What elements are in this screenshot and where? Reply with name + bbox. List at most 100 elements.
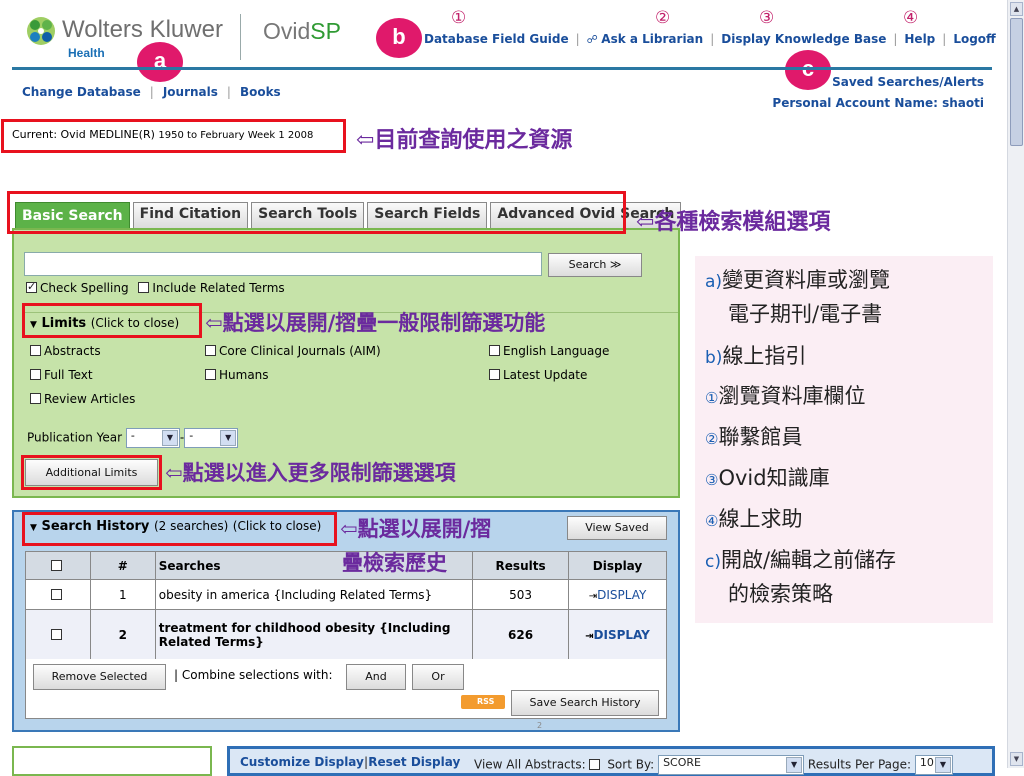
header-display: Display <box>568 551 667 580</box>
table-row: 1 obesity in america {Including Related … <box>25 579 667 610</box>
scroll-down-icon[interactable]: ▼ <box>1010 752 1023 766</box>
publication-year: Publication Year - ▼ - - ▼ <box>27 428 239 448</box>
row-number: 1 <box>89 579 156 610</box>
view-saved-button[interactable]: View Saved <box>567 516 667 540</box>
help-link[interactable]: Help <box>904 32 935 46</box>
year-to-select[interactable]: - ▼ <box>184 428 239 448</box>
legend-c-line1: c)開啟/編輯之前儲存 <box>705 548 897 572</box>
row-checkbox[interactable] <box>25 579 91 610</box>
row-checkbox[interactable] <box>25 609 91 660</box>
legend-4: ④線上求助 <box>705 507 803 531</box>
search-input[interactable] <box>24 252 542 276</box>
triangle-down-icon: ▼ <box>30 523 37 533</box>
marker-2: ② <box>655 8 671 28</box>
legend-c-line2: 的檢索策略 <box>728 582 833 606</box>
ask-librarian-link[interactable]: ☍ Ask a Librarian <box>587 32 704 46</box>
scroll-up-icon[interactable]: ▲ <box>1010 2 1023 16</box>
sort-by-select[interactable]: SCORE ▼ <box>658 755 805 775</box>
display-knowledge-base-link[interactable]: Display Knowledge Base <box>721 32 886 46</box>
marker-4: ④ <box>903 8 919 28</box>
page-number: 2 <box>537 721 543 730</box>
annotation-history-1: ⇦點選以展開/摺 <box>340 516 492 541</box>
related-terms-checkbox[interactable] <box>138 282 150 293</box>
limits-toggle[interactable]: ▼ Limits (Click to close) <box>30 316 179 331</box>
save-search-history-button[interactable]: Save Search History <box>511 690 659 716</box>
chevron-down-icon: ▼ <box>786 757 803 773</box>
marker-b: b <box>376 18 422 58</box>
display-options: Customize Display|Reset Display <box>240 755 461 769</box>
annotation-tabs: ⇦各種檢索模組選項 <box>636 209 831 235</box>
combine-or-button[interactable]: Or <box>412 664 464 690</box>
triangle-down-icon: ▼ <box>30 320 37 330</box>
ovidsp-logo: OvidSP <box>263 18 341 44</box>
legend-a-line2: 電子期刊/電子書 <box>728 302 883 326</box>
annotation-history-2: 疊檢索歷史 <box>342 550 447 575</box>
reset-display-link[interactable]: Reset Display <box>368 755 460 769</box>
books-link[interactable]: Books <box>240 85 281 99</box>
row-number: 2 <box>89 609 156 660</box>
vertical-scrollbar[interactable]: ▲ ▼ <box>1007 0 1024 768</box>
search-button[interactable]: Search ≫ <box>548 253 642 277</box>
logo-divider <box>240 14 241 60</box>
limit-core-clinical-journals[interactable]: Core Clinical Journals (AIM) <box>205 344 381 358</box>
marker-3: ③ <box>759 8 775 28</box>
separator: | <box>226 85 231 99</box>
table-row: 2 treatment for childhood obesity {Inclu… <box>25 609 667 660</box>
limit-abstracts[interactable]: Abstracts <box>30 344 101 358</box>
separator: | <box>575 32 580 46</box>
highlight-tabs <box>7 191 626 234</box>
publication-year-label: Publication Year <box>27 430 123 445</box>
row-results: 626 <box>472 609 570 660</box>
chevron-down-icon: ▼ <box>220 430 237 446</box>
customize-display-link[interactable]: Customize Display <box>240 755 364 769</box>
header-number: # <box>89 551 156 580</box>
legend-1: ①瀏覽資料庫欄位 <box>705 384 866 408</box>
row-results: 503 <box>472 579 570 610</box>
separator: | <box>149 85 154 99</box>
display-icon: ⇥ <box>585 630 594 642</box>
combine-and-button[interactable]: And <box>346 664 406 690</box>
saved-searches-link[interactable]: Saved Searches/Alerts <box>832 75 984 89</box>
additional-limits-button[interactable]: Additional Limits <box>25 459 158 486</box>
journals-link[interactable]: Journals <box>163 85 218 99</box>
change-database-link[interactable]: Change Database <box>22 85 141 99</box>
top-links: Database Field Guide | ☍ Ask a Librarian… <box>424 32 996 46</box>
display-link[interactable]: ⇥DISPLAY <box>568 609 667 660</box>
display-link[interactable]: ⇥DISPLAY <box>568 579 667 610</box>
results-controls: View All Abstracts: Sort By: SCORE ▼ Resu… <box>474 755 953 775</box>
annotation-additional: ⇦點選以進入更多限制篩選選項 <box>165 460 456 485</box>
marker-c: c <box>785 50 831 90</box>
logoff-link[interactable]: Logoff <box>953 32 995 46</box>
legend-panel: a)變更資料庫或瀏覽 電子期刊/電子書 b)線上指引 ①瀏覽資料庫欄位 ②聯繫館… <box>695 256 993 623</box>
annotation-limits: ⇦點選以展開/摺疊一般限制篩選功能 <box>205 310 546 335</box>
limit-latest-update[interactable]: Latest Update <box>489 368 587 382</box>
year-from-select[interactable]: - ▼ <box>125 428 180 448</box>
chevron-down-icon: ▼ <box>161 430 178 446</box>
select-all-header[interactable] <box>25 551 91 580</box>
view-abstracts-label: View All Abstracts: <box>474 757 586 772</box>
rss-icon[interactable]: RSS <box>461 695 505 709</box>
check-spelling-label: Check Spelling <box>40 281 129 295</box>
header-rule <box>12 67 992 70</box>
current-database: Current: Ovid MEDLINE(R) 1950 to Februar… <box>1 119 346 153</box>
legend-3: ③Ovid知識庫 <box>705 466 830 490</box>
scroll-thumb[interactable] <box>1010 18 1023 146</box>
annotation-current: ⇦目前查詢使用之資源 <box>356 127 573 153</box>
wolters-kluwer-logo-icon <box>27 17 55 45</box>
brand-name: Wolters Kluwer <box>62 16 223 43</box>
limit-review-articles[interactable]: Review Articles <box>30 392 135 406</box>
sort-by-label: Sort By: <box>607 757 655 772</box>
search-options: Check Spelling Include Related Terms <box>26 280 285 295</box>
search-history-toggle[interactable]: ▼ Search History (2 searches) (Click to … <box>30 519 321 534</box>
limit-humans[interactable]: Humans <box>205 368 269 382</box>
per-page-select[interactable]: 10 ▼ <box>914 755 953 775</box>
related-terms-label: Include Related Terms <box>152 281 285 295</box>
person-icon: ☍ <box>586 33 602 46</box>
limit-full-text[interactable]: Full Text <box>30 368 93 382</box>
limit-english-language[interactable]: English Language <box>489 344 609 358</box>
database-field-guide-link[interactable]: Database Field Guide <box>424 32 569 46</box>
check-spelling-checkbox[interactable] <box>26 280 37 293</box>
remove-selected-button[interactable]: Remove Selected <box>33 664 166 690</box>
nav-links: Change Database | Journals | Books <box>22 85 281 99</box>
separator: | <box>942 32 947 46</box>
